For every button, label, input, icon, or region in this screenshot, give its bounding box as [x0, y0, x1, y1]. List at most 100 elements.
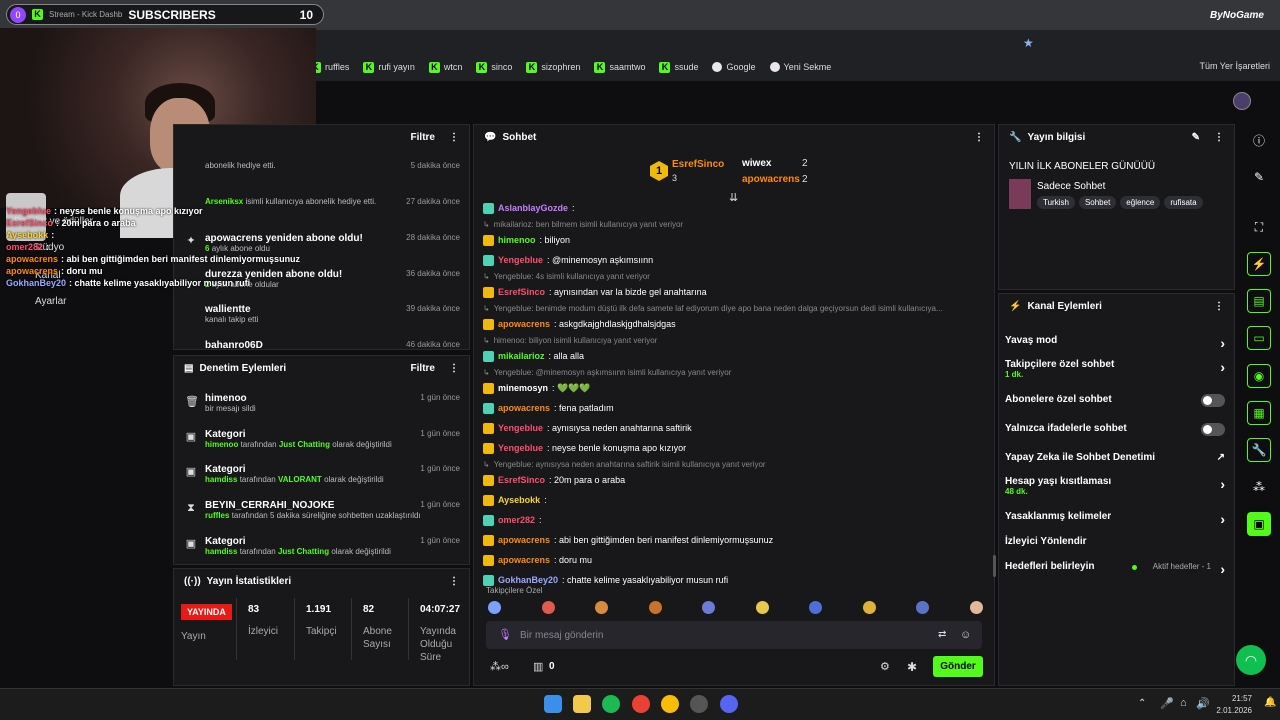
dots-icon[interactable]: ⁂	[1247, 475, 1271, 499]
bookmark-item[interactable]: Ksinco	[476, 61, 512, 73]
bookmark-item[interactable]: Ksizophren	[526, 61, 580, 73]
more-icon[interactable]: ⋮	[1214, 301, 1224, 312]
emote-icon[interactable]	[916, 601, 929, 614]
chat-username[interactable]: Yengeblue	[498, 255, 543, 265]
emote-icon[interactable]	[969, 601, 983, 614]
edit-icon[interactable]: ✎	[1192, 132, 1200, 143]
discord-icon[interactable]	[720, 695, 738, 713]
chat-username[interactable]: EsrefSinco	[498, 287, 545, 297]
translate-icon[interactable]: ⇄	[938, 629, 946, 640]
sidebar-item-settings[interactable]: Ayarlar	[35, 296, 67, 307]
document-icon[interactable]: ▤	[1247, 289, 1271, 313]
emoji-icon[interactable]: ☺	[960, 629, 971, 641]
emote-icon[interactable]	[488, 601, 501, 614]
chat-username[interactable]: mikailarioz	[498, 351, 545, 361]
chat-reply-context[interactable]: ↳ Yengeblue: benimde modum düştü ilk def…	[483, 302, 991, 314]
emote-icon[interactable]	[648, 601, 662, 614]
channel-action-row[interactable]: Abonelere özel sohbet	[1005, 394, 1225, 407]
chat-username[interactable]: Yengeblue	[498, 443, 543, 453]
send-button[interactable]: Gönder	[933, 656, 983, 677]
tag[interactable]: Turkish	[1037, 196, 1075, 209]
chat-username[interactable]: Aysebokk	[498, 495, 540, 505]
info-icon[interactable]: ⓘ	[1247, 128, 1271, 152]
bookmark-star-icon[interactable]: ★	[1023, 36, 1034, 50]
chat-username[interactable]: apowacrens	[498, 403, 550, 413]
chat-username[interactable]: apowacrens	[498, 555, 550, 565]
channel-action-row[interactable]: Takipçilere özel sohbet 1 dk. ›	[1005, 359, 1225, 379]
leaderboard-name[interactable]: wiwex	[742, 158, 771, 169]
leaderboard-name[interactable]: apowacrens	[742, 174, 800, 185]
chat-reply-context[interactable]: ↳ himenoo: biliyon isimli kullanıcıya ya…	[483, 334, 991, 346]
channel-action-row[interactable]: Yalnızca ifadelerle sohbet	[1005, 423, 1225, 436]
wifi-icon[interactable]: ⌂	[1180, 697, 1187, 709]
tag[interactable]: eğlence	[1120, 196, 1161, 209]
chat-username[interactable]: omer282	[498, 515, 535, 525]
pencil-icon[interactable]: ✎	[1247, 165, 1271, 189]
chrome-icon[interactable]	[632, 695, 650, 713]
points-icon[interactable]: ⁂∞	[490, 660, 509, 673]
chat-icon[interactable]: ▭	[1247, 326, 1271, 350]
support-button[interactable]: ◠	[1236, 645, 1266, 675]
channel-action-row[interactable]: İzleyici Yönlendir	[1005, 536, 1225, 547]
bookmark-item[interactable]: Ksaamtwo	[594, 61, 645, 73]
layers-icon[interactable]: ▦	[1247, 401, 1271, 425]
chevron-right-icon[interactable]: ›	[1220, 359, 1225, 375]
channel-action-row[interactable]: Hesap yaşı kısıtlaması 48 dk. ›	[1005, 476, 1225, 496]
puzzle-icon[interactable]: ✱	[907, 660, 917, 674]
windows-start-icon[interactable]	[544, 695, 562, 713]
microphone-icon[interactable]: 🎙	[498, 628, 512, 641]
channel-action-row[interactable]: Yasaklanmış kelimeler ›	[1005, 511, 1225, 527]
wrench-icon[interactable]: 🔧	[1247, 438, 1271, 462]
chat-username[interactable]: Yengeblue	[498, 423, 543, 433]
chevron-right-icon[interactable]: ›	[1220, 561, 1225, 577]
emote-icon[interactable]	[862, 601, 876, 614]
bolt-icon[interactable]: ⚡	[1247, 252, 1271, 276]
chat-scrollbar[interactable]	[993, 555, 996, 577]
more-icon[interactable]: ⋮	[449, 576, 459, 587]
tray-chevron-icon[interactable]: ⌃	[1138, 698, 1146, 709]
category-name[interactable]: Sadece Sohbet	[1037, 181, 1105, 192]
bookmark-item[interactable]: Krufi yayın	[363, 61, 415, 73]
app-icon[interactable]: ▣	[1247, 512, 1271, 536]
chat-reply-context[interactable]: ↳ Yengeblue: @minemosyn aşkımsıınn isiml…	[483, 366, 991, 378]
more-icon[interactable]: ⋮	[449, 363, 459, 374]
more-icon[interactable]: ⋮	[449, 132, 459, 143]
store-icon[interactable]: ▥	[533, 660, 543, 673]
file-explorer-icon[interactable]	[573, 695, 591, 713]
obs-icon[interactable]	[690, 695, 708, 713]
more-icon[interactable]: ⋮	[1214, 132, 1224, 143]
notification-icon[interactable]: 🔔	[1264, 697, 1276, 708]
toggle-switch[interactable]	[1201, 423, 1225, 436]
avatar[interactable]	[1233, 92, 1251, 110]
mic-tray-icon[interactable]: 🎤	[1160, 697, 1174, 710]
chevron-right-icon[interactable]: ›	[1220, 476, 1225, 492]
leaderboard-name[interactable]: EsrefSinco	[672, 159, 724, 170]
chevron-right-icon[interactable]: ›	[1220, 335, 1225, 351]
chrome-profile-icon[interactable]	[661, 695, 679, 713]
emote-icon[interactable]	[809, 601, 822, 614]
chat-username[interactable]: apowacrens	[498, 535, 550, 545]
tag[interactable]: Sohbet	[1078, 196, 1117, 209]
volume-icon[interactable]: 🔊	[1196, 697, 1210, 710]
chat-reply-context[interactable]: ↳ Yengeblue: aynısıysa neden anahtarına …	[483, 458, 991, 470]
bookmark-item[interactable]: Kwtcn	[428, 61, 462, 73]
emote-icon[interactable]	[755, 601, 769, 614]
tag[interactable]: rufisata	[1164, 196, 1203, 209]
gear-icon[interactable]: ⚙	[880, 660, 890, 673]
chat-username[interactable]: minemosyn	[498, 383, 548, 393]
channel-action-row[interactable]: Yapay Zeka ile Sohbet Denetimi ↗	[1005, 452, 1225, 463]
chat-reply-context[interactable]: ↳ mikailarioz: ben bilmem isimli kullanı…	[483, 218, 991, 230]
broadcast-icon[interactable]: ◉	[1247, 364, 1271, 388]
bookmark-item[interactable]: Kssude	[659, 61, 698, 73]
chat-username[interactable]: GokhanBey20	[498, 575, 558, 585]
emote-icon[interactable]	[702, 601, 715, 614]
channel-action-row[interactable]: Hedefleri belirleyin › Aktif hedefler - 1	[1005, 561, 1225, 577]
chat-reply-context[interactable]: ↳ Yengeblue: 4s isimli kullanıcıya yanıt…	[483, 270, 991, 282]
chat-username[interactable]: apowacrens	[498, 319, 550, 329]
chat-username[interactable]: EsrefSinco	[498, 475, 545, 485]
chat-username[interactable]: himenoo	[498, 235, 536, 245]
chevron-right-icon[interactable]: ›	[1220, 511, 1225, 527]
all-bookmarks-link[interactable]: Tüm Yer İşaretleri	[1199, 61, 1270, 71]
filter-button[interactable]: Filtre	[411, 132, 435, 143]
external-link-icon[interactable]: ↗	[1217, 452, 1225, 463]
